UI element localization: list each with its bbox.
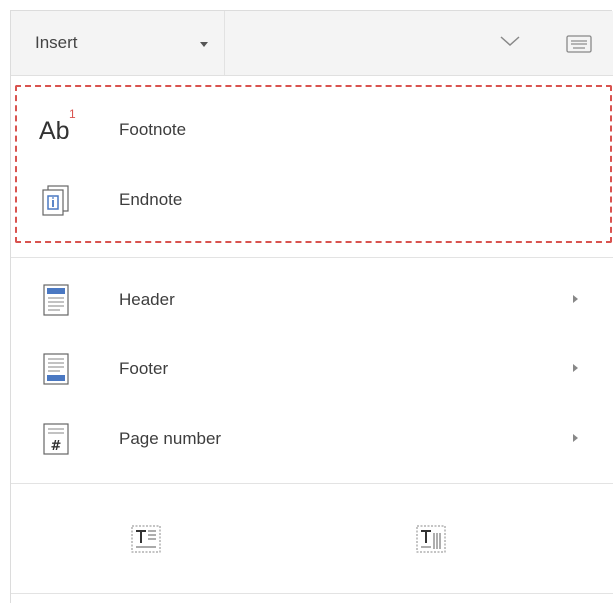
footer-icon <box>43 353 69 385</box>
endnote-item[interactable]: Endnote <box>11 167 613 233</box>
footnote-icon-superscript: 1 <box>69 107 76 121</box>
toolbar: Insert <box>11 11 613 76</box>
footnote-item[interactable]: Ab 1 Footnote <box>11 97 613 163</box>
section-divider <box>11 257 613 258</box>
insert-panel: Insert Ab 1 Footnote Endnote Header Foot… <box>10 10 613 603</box>
footer-label: Footer <box>119 359 169 378</box>
textbox-vertical-icon[interactable] <box>415 523 447 555</box>
chevron-down-icon[interactable] <box>499 33 521 49</box>
bottom-divider <box>11 593 613 594</box>
section-divider <box>11 483 613 484</box>
header-item[interactable]: Header <box>11 267 613 333</box>
textbox-horizontal-icon[interactable] <box>130 523 162 555</box>
insert-tab-dropdown[interactable]: Insert <box>11 11 225 75</box>
page-number-icon: # <box>43 423 69 455</box>
endnote-icon <box>42 185 69 216</box>
footer-item[interactable]: Footer <box>11 336 613 402</box>
header-icon <box>43 284 69 316</box>
header-label: Header <box>119 290 175 309</box>
dropdown-caret-icon <box>200 42 208 47</box>
footnote-icon: Ab 1 <box>39 107 76 147</box>
footnote-icon-text: Ab <box>39 117 70 145</box>
page-number-item[interactable]: # Page number <box>11 406 613 472</box>
page-number-label: Page number <box>119 429 222 448</box>
endnote-label: Endnote <box>119 190 183 209</box>
footnote-label: Footnote <box>119 120 187 139</box>
insert-tab-label: Insert <box>35 33 78 52</box>
keyboard-icon[interactable] <box>566 35 592 53</box>
submenu-arrow-icon <box>573 295 578 303</box>
submenu-arrow-icon <box>573 434 578 442</box>
page-number-icon-text: # <box>51 439 62 454</box>
submenu-arrow-icon <box>573 364 578 372</box>
